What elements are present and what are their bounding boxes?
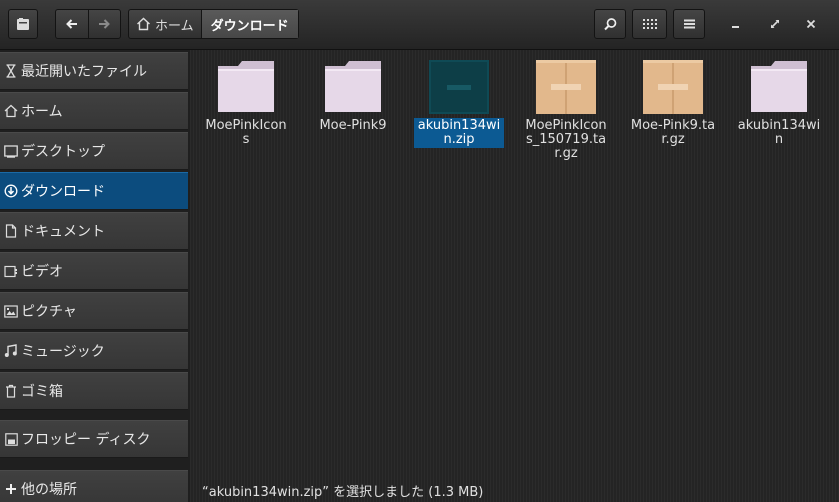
file-item-folder[interactable]: akubin134win: [734, 60, 824, 148]
file-name: Moe-Pink9.tar.gz: [630, 118, 716, 147]
breadcrumb-downloads-label: ダウンロード: [210, 18, 289, 34]
file-item-archive[interactable]: Moe-Pink9.tar.gz: [628, 60, 718, 148]
home-icon: [4, 103, 18, 119]
maximize-button[interactable]: [766, 15, 784, 33]
grid-view-icon: [642, 19, 657, 29]
menu-icon: [683, 19, 695, 29]
forward-button[interactable]: [87, 10, 121, 38]
sidebar-item-label: ミュージック: [21, 344, 105, 360]
folder-icon: [749, 60, 809, 114]
sidebar-item-home[interactable]: ホーム: [0, 92, 188, 130]
sidebar-item-label: ゴミ箱: [21, 384, 63, 400]
trash-icon: [4, 383, 18, 399]
sidebar-item-label: 最近開いたファイル: [21, 64, 147, 80]
sidebar-item-trash[interactable]: ゴミ箱: [0, 372, 188, 410]
file-name: MoePinkIcons: [205, 118, 287, 147]
sidebar-item-label: 他の場所: [21, 482, 77, 498]
search-button[interactable]: [594, 9, 626, 39]
file-name: MoePinkIcons_150719.tar.gz: [525, 118, 607, 161]
sidebar-item-label: デスクトップ: [21, 144, 105, 160]
picture-icon: [4, 303, 18, 319]
sidebar-item-documents[interactable]: ドキュメント: [0, 212, 188, 250]
sidebar-item-label: フロッピー ディスク: [21, 432, 151, 448]
back-arrow-icon: [65, 19, 77, 29]
sidebar-item-desktop[interactable]: デスクトップ: [0, 132, 188, 170]
search-icon: [603, 17, 616, 30]
sidebar: 最近開いたファイル ホーム デスクトップ ダウンロード ドキュメント ビデオ ピ…: [0, 50, 190, 502]
file-item-zip-selected[interactable]: akubin134win.zip: [414, 60, 504, 148]
app-menu-button[interactable]: [8, 9, 38, 39]
sidebar-item-music[interactable]: ミュージック: [0, 332, 188, 370]
download-icon: [4, 183, 18, 199]
sidebar-item-floppy[interactable]: フロッピー ディスク: [0, 420, 188, 458]
back-button[interactable]: [56, 10, 88, 38]
forward-arrow-icon: [99, 19, 111, 29]
recent-icon: [4, 63, 18, 79]
file-item-folder[interactable]: Moe-Pink9: [308, 60, 398, 134]
sidebar-item-label: ダウンロード: [21, 184, 105, 200]
close-icon: [806, 19, 816, 29]
breadcrumb: ホーム ダウンロード: [128, 9, 299, 39]
breadcrumb-home-label: ホーム: [155, 18, 194, 34]
desktop-icon: [4, 143, 18, 159]
file-name: Moe-Pink9: [319, 118, 387, 133]
minimize-button[interactable]: [727, 15, 745, 33]
sidebar-item-videos[interactable]: ビデオ: [0, 252, 188, 290]
folder-icon: [216, 60, 276, 114]
navigation-buttons: [55, 9, 121, 39]
sidebar-item-label: ピクチャ: [21, 304, 77, 320]
document-icon: [4, 223, 18, 239]
file-name: akubin134win.zip: [414, 118, 504, 148]
sidebar-item-downloads[interactable]: ダウンロード: [0, 172, 188, 210]
menu-button[interactable]: [673, 9, 705, 39]
sidebar-item-pictures[interactable]: ピクチャ: [0, 292, 188, 330]
plus-icon: [4, 481, 18, 497]
home-icon: [137, 17, 150, 31]
floppy-icon: [4, 431, 18, 447]
view-mode-button[interactable]: [632, 9, 667, 39]
music-icon: [4, 343, 18, 359]
sidebar-item-label: ホーム: [21, 104, 63, 120]
breadcrumb-downloads[interactable]: ダウンロード: [200, 10, 298, 38]
archive-icon: [536, 60, 596, 114]
file-name: akubin134win: [737, 118, 821, 147]
minimize-icon: [732, 26, 739, 28]
sidebar-item-other-locations[interactable]: 他の場所: [0, 470, 188, 502]
status-bar: “akubin134win.zip” を選択しました (1.3 MB): [202, 485, 484, 500]
header-bar: ホーム ダウンロード: [0, 0, 839, 50]
sidebar-item-label: ドキュメント: [21, 224, 105, 240]
file-item-folder[interactable]: MoePinkIcons: [201, 60, 291, 148]
file-view[interactable]: MoePinkIcons Moe-Pink9 akubin134win.zip: [190, 50, 839, 502]
maximize-icon: [770, 19, 780, 29]
breadcrumb-home[interactable]: ホーム: [129, 10, 201, 38]
sidebar-item-label: ビデオ: [21, 264, 63, 280]
close-button[interactable]: [802, 15, 820, 33]
file-item-archive[interactable]: MoePinkIcons_150719.tar.gz: [521, 60, 611, 162]
archive-icon: [643, 60, 703, 114]
video-icon: [4, 263, 18, 279]
sidebar-item-recent[interactable]: 最近開いたファイル: [0, 52, 188, 90]
app-icon: [17, 18, 29, 30]
zip-archive-icon: [429, 60, 489, 114]
folder-icon: [323, 60, 383, 114]
